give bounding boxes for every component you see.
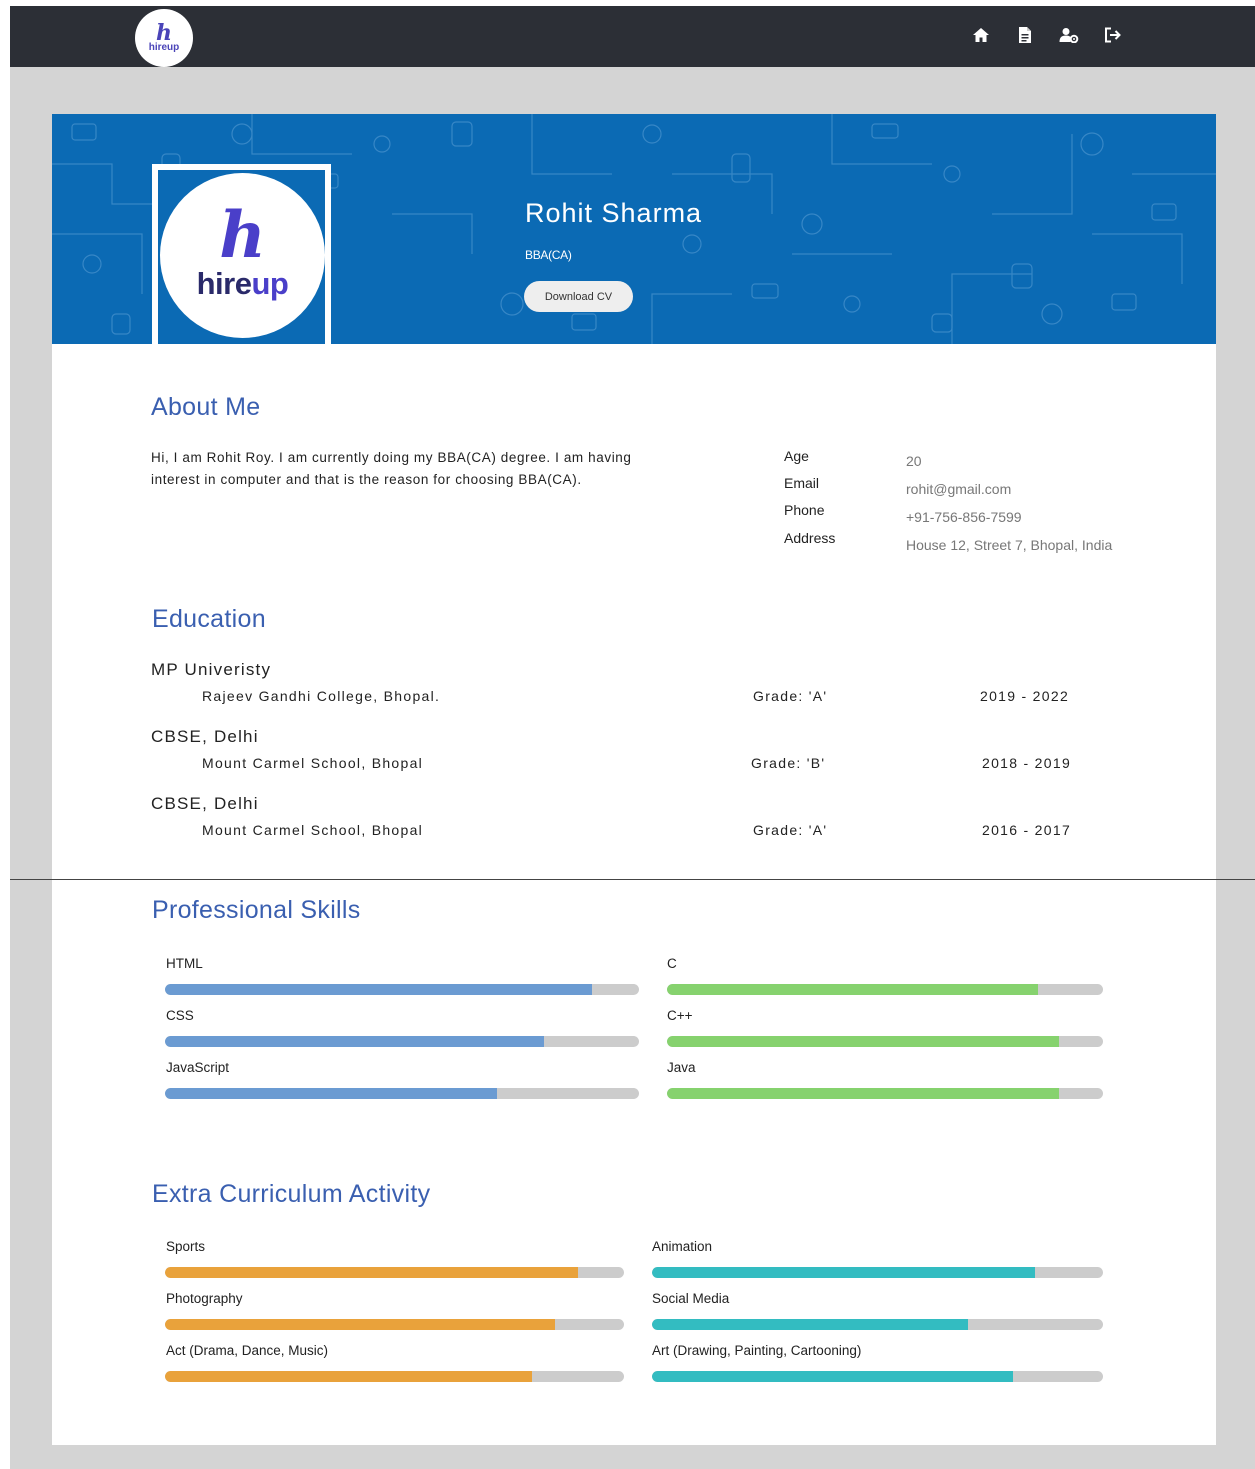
profile-degree: BBA(CA) bbox=[525, 248, 572, 262]
extra-fill-animation bbox=[652, 1267, 1036, 1278]
avatar-logo-mark: h bbox=[219, 197, 266, 273]
skill-fill-css bbox=[165, 1036, 545, 1047]
skill-bar-java bbox=[667, 1088, 1103, 1099]
info-label-phone: Phone bbox=[784, 502, 825, 518]
edu-grade-3: Grade: 'A' bbox=[753, 822, 828, 838]
info-value-age: 20 bbox=[906, 453, 922, 469]
skill-bar-javascript bbox=[165, 1088, 639, 1099]
logo-mark: h bbox=[156, 20, 172, 46]
info-label-email: Email bbox=[784, 475, 820, 491]
avatar-frame: h hireup bbox=[152, 164, 331, 344]
edu-institution-3: CBSE, Delhi bbox=[151, 794, 259, 813]
skill-fill-javascript bbox=[165, 1088, 497, 1099]
about-text: Hi, I am Rohit Roy. I am currently doing… bbox=[151, 450, 632, 487]
document-icon[interactable] bbox=[1014, 24, 1036, 46]
avatar-logo: h hireup bbox=[160, 173, 325, 338]
section-divider bbox=[10, 879, 1255, 880]
skill-bar-cpp bbox=[667, 1036, 1103, 1047]
edu-institution-1: MP Univeristy bbox=[151, 660, 272, 679]
extra-label-animation: Animation bbox=[652, 1239, 713, 1254]
extra-fill-act bbox=[165, 1371, 533, 1382]
profile-card: h hireup Rohit Sharma BBA(CA) Download C… bbox=[52, 114, 1216, 1445]
info-value-address: House 12, Street 7, Bhopal, India bbox=[906, 537, 1113, 553]
extra-label-sports: Sports bbox=[166, 1239, 206, 1254]
extra-bar-social-media bbox=[652, 1319, 1103, 1330]
extra-bar-art bbox=[652, 1371, 1103, 1382]
logo-word: hireup bbox=[148, 42, 180, 53]
extra-label-photography: Photography bbox=[166, 1291, 243, 1306]
skill-label-css: CSS bbox=[166, 1008, 194, 1023]
education-title: Education bbox=[152, 605, 266, 633]
download-cv-button[interactable]: Download CV bbox=[524, 281, 633, 312]
about-title: About Me bbox=[151, 393, 261, 421]
edu-grade-1: Grade: 'A' bbox=[753, 688, 828, 704]
profile-name: Rohit Sharma bbox=[525, 198, 703, 228]
skill-fill-html bbox=[165, 984, 592, 995]
extra-fill-photography bbox=[165, 1319, 556, 1330]
extra-title: Extra Curriculum Activity bbox=[152, 1180, 431, 1208]
logout-icon[interactable] bbox=[1102, 24, 1124, 46]
skill-fill-c bbox=[667, 984, 1038, 995]
top-navbar: h hireup bbox=[10, 6, 1255, 67]
extra-fill-sports bbox=[165, 1267, 579, 1278]
home-icon[interactable] bbox=[970, 24, 992, 46]
extra-label-art: Art (Drawing, Painting, Cartooning) bbox=[652, 1343, 862, 1358]
skill-label-c: C bbox=[667, 956, 677, 971]
skill-bar-c bbox=[667, 984, 1103, 995]
avatar-logo-word-up: up bbox=[251, 265, 289, 301]
skills-title: Professional Skills bbox=[152, 896, 361, 924]
avatar: h hireup bbox=[158, 170, 325, 344]
extra-fill-art bbox=[652, 1371, 1013, 1382]
edu-school-3: Mount Carmel School, Bhopal bbox=[202, 822, 424, 838]
skill-label-javascript: JavaScript bbox=[166, 1060, 230, 1075]
nav-logo[interactable]: h hireup bbox=[135, 9, 193, 67]
skill-label-cpp: C++ bbox=[667, 1008, 693, 1023]
info-value-phone: +91-756-856-7599 bbox=[906, 509, 1022, 525]
edu-school-1: Rajeev Gandhi College, Bhopal. bbox=[202, 688, 441, 704]
extra-bar-animation bbox=[652, 1267, 1103, 1278]
edu-years-3: 2016 - 2017 bbox=[982, 822, 1072, 838]
info-label-age: Age bbox=[784, 448, 809, 464]
extra-bar-act bbox=[165, 1371, 624, 1382]
avatar-logo-word: hireup bbox=[196, 265, 289, 301]
edu-years-1: 2019 - 2022 bbox=[980, 688, 1070, 704]
edu-school-2: Mount Carmel School, Bhopal bbox=[202, 755, 424, 771]
extra-label-social-media: Social Media bbox=[652, 1291, 730, 1306]
edu-years-2: 2018 - 2019 bbox=[982, 755, 1072, 771]
edu-institution-2: CBSE, Delhi bbox=[151, 727, 259, 746]
skill-fill-java bbox=[667, 1088, 1060, 1099]
skill-fill-cpp bbox=[667, 1036, 1060, 1047]
profile-banner: h hireup Rohit Sharma BBA(CA) Download C… bbox=[52, 114, 1216, 344]
info-value-email: rohit@gmail.com bbox=[906, 481, 1012, 497]
skill-label-java: Java bbox=[667, 1060, 696, 1075]
extra-bar-photography bbox=[165, 1319, 624, 1330]
extra-label-act: Act (Drama, Dance, Music) bbox=[166, 1343, 329, 1358]
skill-bar-css bbox=[165, 1036, 639, 1047]
extra-fill-social-media bbox=[652, 1319, 968, 1330]
info-label-address: Address bbox=[784, 530, 836, 546]
user-settings-icon[interactable] bbox=[1058, 24, 1080, 46]
skill-bar-html bbox=[165, 984, 639, 995]
nav-icon-group bbox=[970, 24, 1124, 46]
avatar-logo-word-hire: hire bbox=[196, 265, 252, 301]
extra-bar-sports bbox=[165, 1267, 624, 1278]
edu-grade-2: Grade: 'B' bbox=[751, 755, 826, 771]
skill-label-html: HTML bbox=[166, 956, 203, 971]
